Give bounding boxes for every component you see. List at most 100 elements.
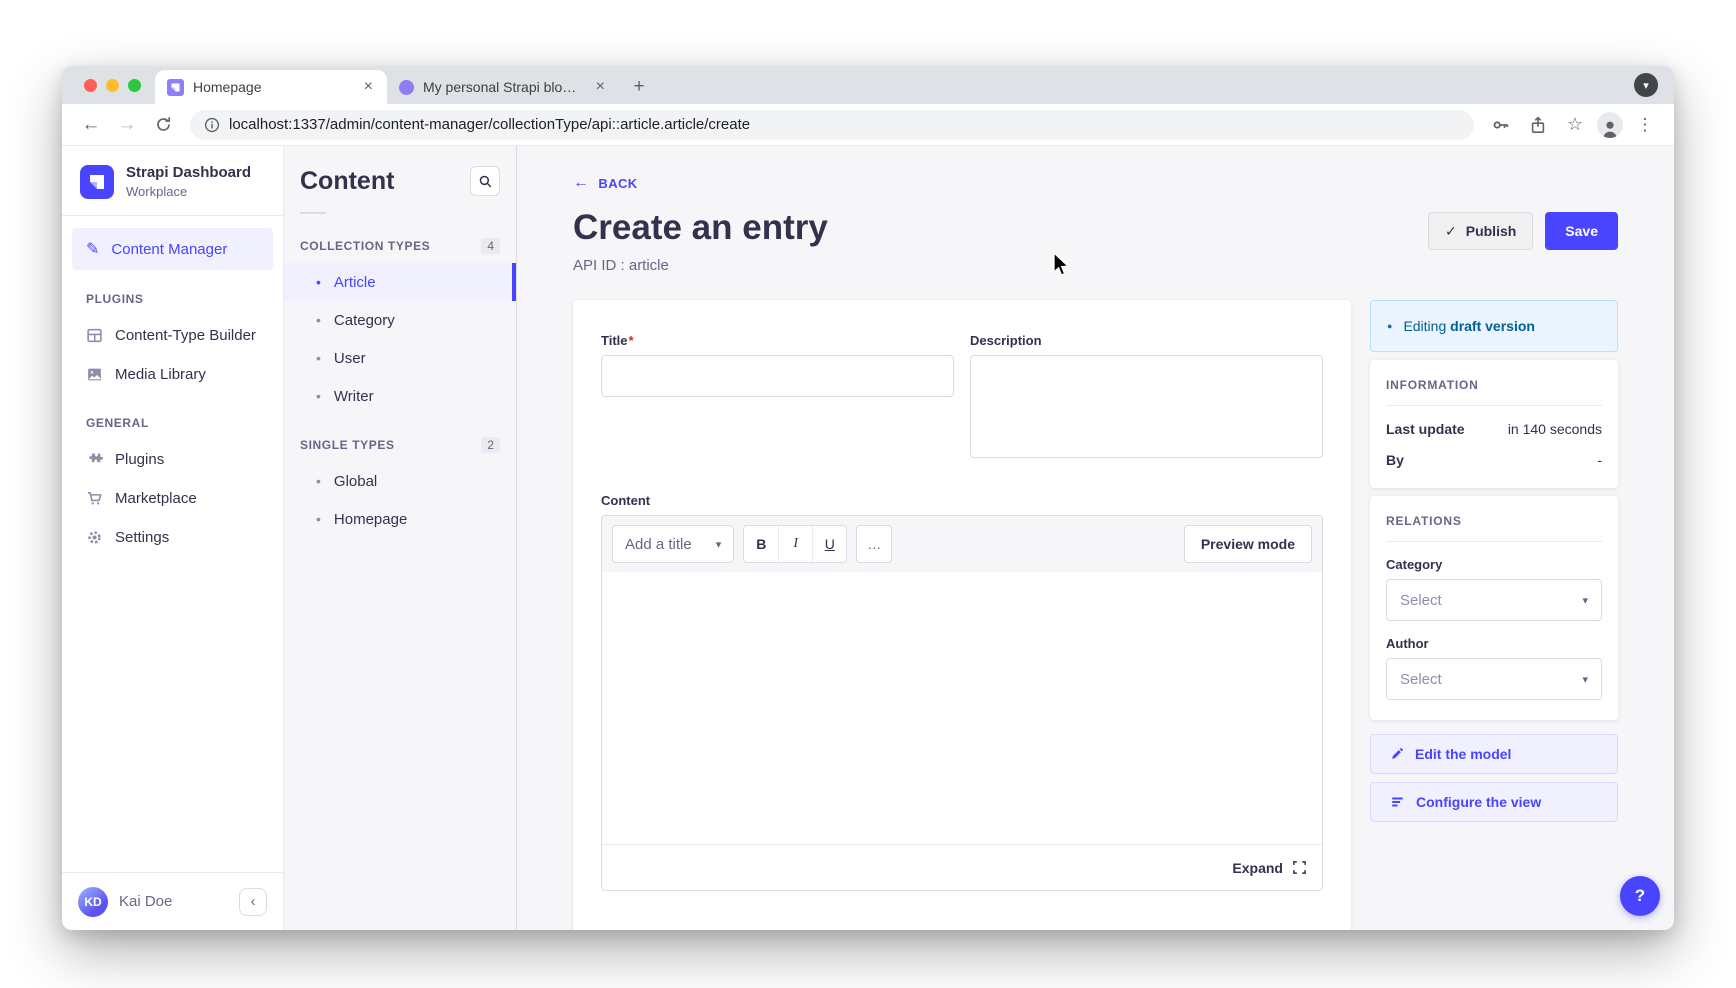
bullet-icon: • [316,312,321,328]
sidebar-item-settings[interactable]: Settings [62,518,283,557]
forward-button[interactable]: → [112,110,142,140]
more-formats-button[interactable]: … [856,525,892,563]
subnav-item-homepage[interactable]: • Homepage [284,500,516,538]
sidebar-item-label: Media Library [115,366,206,383]
rich-text-editor: Add a title ▾ B I U … Previe [601,515,1323,891]
subnav-divider [300,212,326,214]
heading-select[interactable]: Add a title ▾ [612,525,734,563]
save-button[interactable]: Save [1545,212,1618,250]
group-label-single-types: SINGLE TYPES [300,438,395,452]
address-bar[interactable]: localhost:1337/admin/content-manager/col… [190,110,1474,140]
category-field-label: Category [1386,557,1602,572]
sidebar-item-label: Settings [115,529,169,546]
description-textarea[interactable] [970,355,1323,458]
author-field-label: Author [1386,636,1602,651]
subnav-item-writer[interactable]: • Writer [284,377,516,415]
close-tab-icon[interactable]: × [592,78,609,96]
new-tab-button[interactable]: + [625,73,653,101]
subnav-item-category[interactable]: • Category [284,301,516,339]
sidebar-item-media-library[interactable]: Media Library [62,355,283,394]
configure-view-label: Configure the view [1416,794,1541,810]
title-input[interactable] [601,355,954,397]
sidebar-item-label: Plugins [115,451,164,468]
url-text: localhost:1337/admin/content-manager/col… [229,116,750,133]
workspace-subtitle: Workplace [126,184,251,199]
subnav-item-label: Global [334,473,377,490]
workspace-brand[interactable]: Strapi Dashboard Workplace [62,146,283,213]
main-sidebar: Strapi Dashboard Workplace ✎ Content Man… [62,146,284,930]
check-icon: ✓ [1445,223,1457,240]
card-divider [1386,405,1602,406]
close-window-button[interactable] [84,79,97,92]
sidebar-footer: KD Kai Doe ‹ [62,872,283,930]
sidebar-item-label: Marketplace [115,490,197,507]
editor-toolbar: Add a title ▾ B I U … Previe [602,516,1322,572]
subnav-item-user[interactable]: • User [284,339,516,377]
zoom-window-button[interactable] [128,79,141,92]
subnav-item-global[interactable]: • Global [284,462,516,500]
info-value: in 140 seconds [1508,421,1602,437]
browser-menu-icon[interactable]: ⋮ [1630,110,1660,140]
user-avatar[interactable]: KD [78,887,108,917]
editor-body[interactable] [602,572,1322,844]
author-select[interactable]: Select ▾ [1386,658,1602,700]
chevron-down-icon: ▾ [1582,594,1588,607]
content-field-label: Content [601,493,1323,508]
subnav-item-article[interactable]: • Article [284,263,516,301]
tab-search-button[interactable]: ▾ [1634,73,1658,97]
sidebar-item-plugins[interactable]: Plugins [62,440,283,479]
sidebar-item-content-manager[interactable]: ✎ Content Manager [72,228,273,270]
minimize-window-button[interactable] [106,79,119,92]
site-info-icon[interactable] [204,117,220,133]
info-row-by: By - [1386,452,1602,468]
sidebar-item-label: Content Manager [111,241,227,258]
pen-icon: ✎ [86,239,99,259]
browser-tab-blog[interactable]: My personal Strapi blog | Strap × [387,70,619,104]
subnav-title: Content [300,167,394,196]
chevron-down-icon: ▾ [716,538,722,551]
bullet-icon: • [316,388,321,404]
sidebar-item-marketplace[interactable]: Marketplace [62,479,283,518]
browser-tab-homepage[interactable]: Homepage × [155,70,387,104]
subnav-item-label: Homepage [334,511,407,528]
publish-button[interactable]: ✓ Publish [1428,212,1533,250]
expand-button[interactable]: Expand [1232,860,1307,876]
back-link[interactable]: ← BACK [573,174,638,192]
browser-profile-avatar[interactable] [1597,112,1623,138]
relations-title: RELATIONS [1386,514,1602,528]
share-icon[interactable] [1523,110,1553,140]
puzzle-icon [86,451,103,468]
bold-button[interactable]: B [744,526,778,562]
edit-model-button[interactable]: Edit the model [1370,734,1618,774]
select-placeholder: Select [1400,671,1442,688]
api-id-subtitle: API ID : article [573,257,828,274]
chevron-down-icon: ▾ [1582,673,1588,686]
search-button[interactable] [470,166,500,196]
collapse-sidebar-button[interactable]: ‹ [239,888,267,916]
subnav-item-label: Writer [334,388,374,405]
bullet-icon: • [316,274,321,290]
group-label-collection-types: COLLECTION TYPES [300,239,430,253]
italic-button[interactable]: I [778,526,812,562]
preview-mode-button[interactable]: Preview mode [1184,525,1312,563]
main-content: ← BACK Create an entry API ID : article … [517,146,1674,930]
edit-model-label: Edit the model [1415,746,1511,762]
strapi-favicon-icon [167,79,184,96]
password-key-icon[interactable] [1486,110,1516,140]
pencil-icon [1390,747,1404,761]
browser-tab-strip: Homepage × My personal Strapi blog | Str… [62,66,1674,104]
reload-button[interactable] [148,110,178,140]
required-mark: * [629,333,634,348]
bookmark-star-icon[interactable]: ☆ [1560,110,1590,140]
category-select[interactable]: Select ▾ [1386,579,1602,621]
heading-select-value: Add a title [625,536,692,553]
underline-button[interactable]: U [812,526,846,562]
gear-icon [86,529,103,546]
back-arrow-icon: ← [573,174,589,192]
configure-view-button[interactable]: Configure the view [1370,782,1618,822]
close-tab-icon[interactable]: × [360,78,377,96]
sidebar-item-content-type-builder[interactable]: Content-Type Builder [62,316,283,355]
back-button[interactable]: ← [76,110,106,140]
help-button[interactable]: ? [1620,876,1660,916]
strapi-logo [80,165,114,199]
